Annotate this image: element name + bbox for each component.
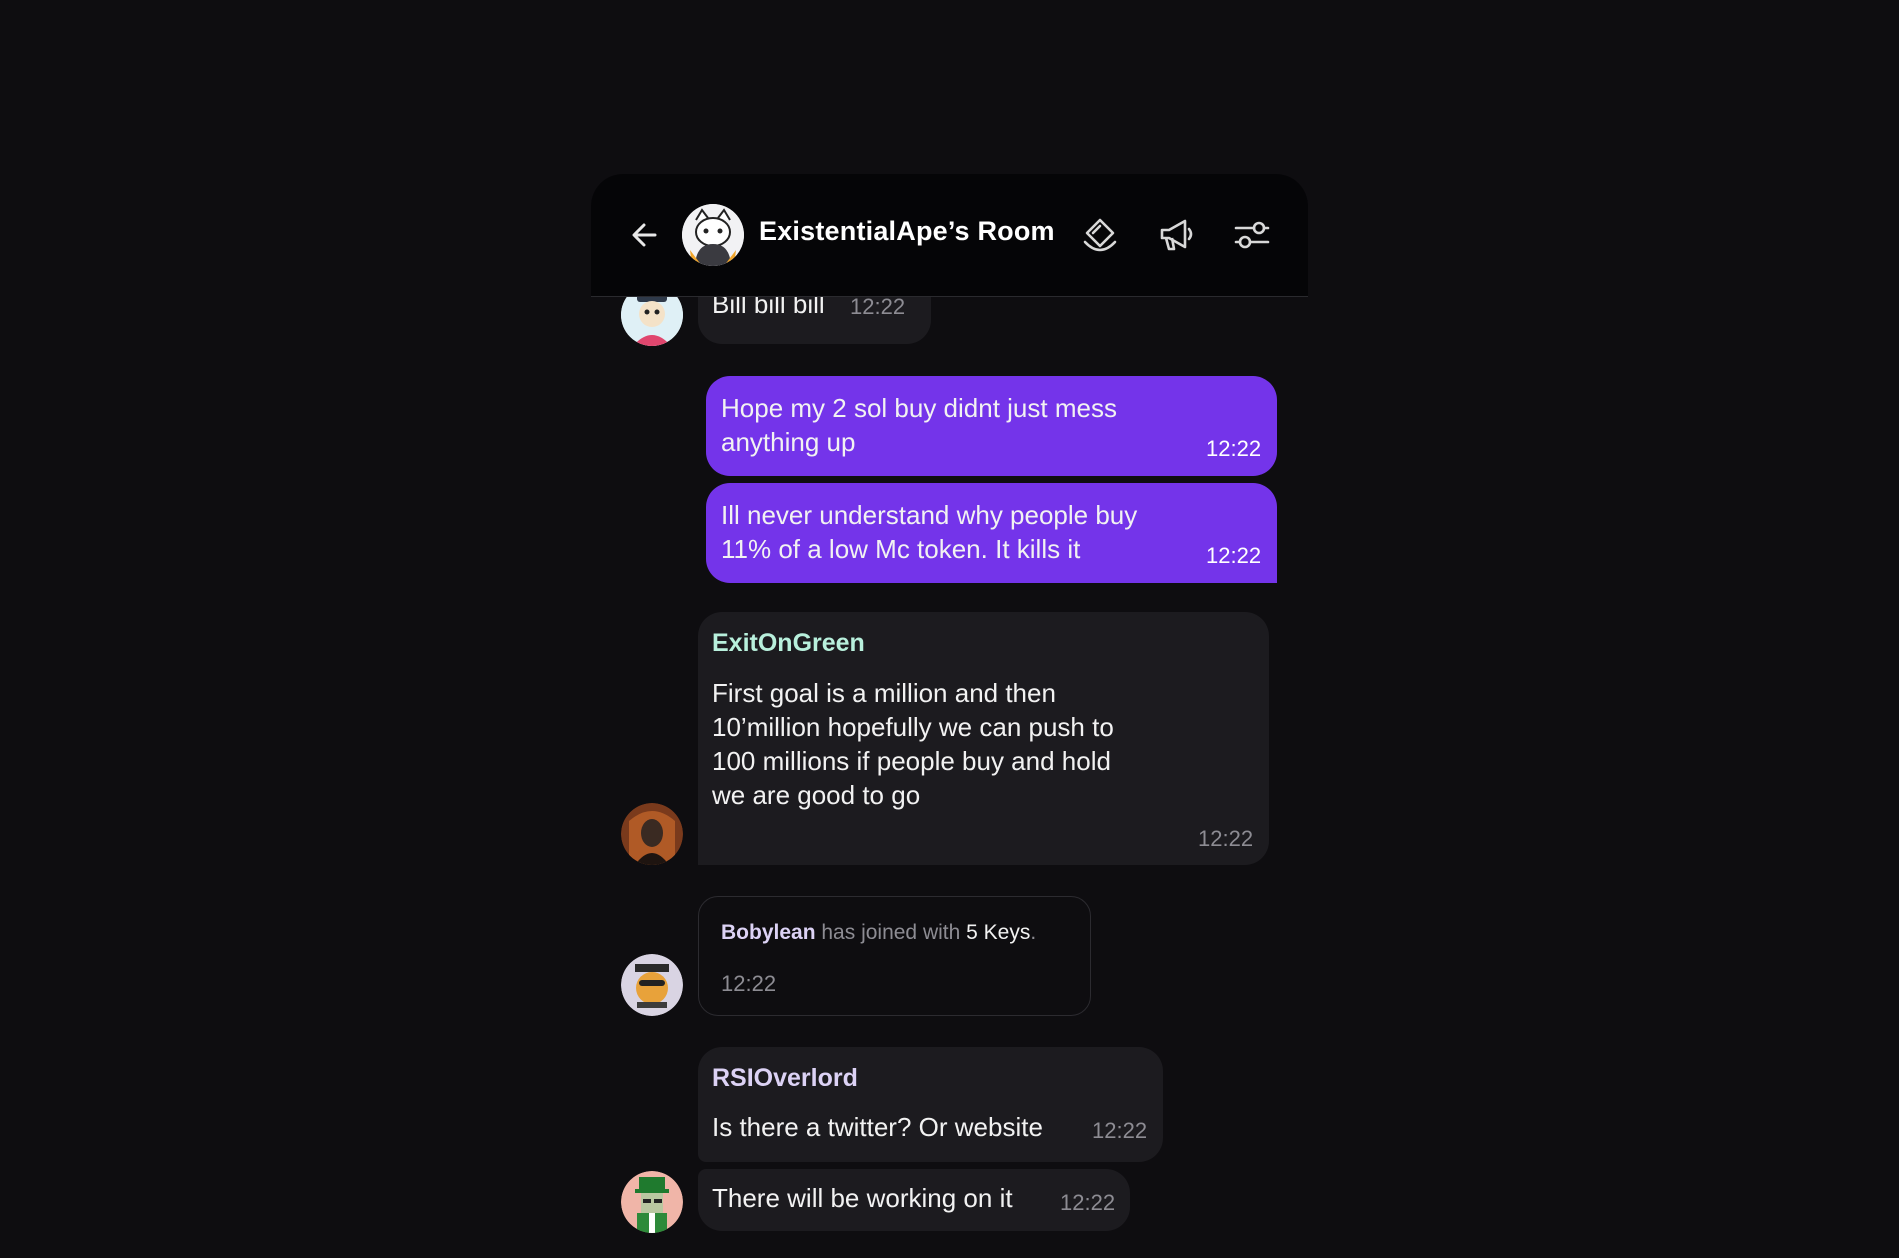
avatar[interactable] bbox=[621, 1171, 683, 1233]
sender-name[interactable]: RSIOverlord bbox=[712, 1064, 858, 1093]
message-text: 10’million hopefully we can push to bbox=[712, 712, 1114, 742]
own-message-bubble[interactable]: Hope my 2 sol buy didnt just mess anythi… bbox=[706, 376, 1277, 476]
message-text: First goal is a million and then bbox=[712, 678, 1056, 708]
avatar[interactable] bbox=[621, 803, 683, 865]
message-text: Is there a twitter? Or website bbox=[712, 1112, 1043, 1142]
join-action: has joined with bbox=[821, 921, 961, 944]
message-time: 12:22 bbox=[850, 294, 906, 319]
message-time: 12:22 bbox=[721, 971, 777, 996]
chat-room-panel: Bill bill bill 12:22 Hope my 2 sol buy d… bbox=[591, 174, 1308, 1258]
back-button[interactable] bbox=[625, 215, 665, 255]
period: . bbox=[1030, 921, 1037, 944]
avatar[interactable] bbox=[621, 954, 683, 1016]
sender-name[interactable]: ExitOnGreen bbox=[712, 629, 865, 658]
diamond-key-icon bbox=[1083, 218, 1117, 252]
keys-button[interactable] bbox=[1079, 214, 1121, 256]
message-text: Hope my 2 sol buy didnt just mess bbox=[721, 393, 1117, 423]
message-time: 12:22 bbox=[1092, 1118, 1148, 1143]
message-bubble[interactable]: RSIOverlord Is there a twitter? Or websi… bbox=[698, 1047, 1163, 1162]
message-bubble[interactable]: There will be working on it 12:22 bbox=[698, 1169, 1130, 1231]
message-time: 12:22 bbox=[1198, 826, 1254, 851]
message-time: 12:22 bbox=[1206, 543, 1262, 568]
message-text: Ill never understand why people buy bbox=[721, 500, 1138, 530]
own-message-bubble[interactable]: Ill never understand why people buy 11% … bbox=[706, 483, 1277, 583]
megaphone-icon bbox=[1160, 219, 1193, 251]
room-title: ExistentialApe’s Room bbox=[759, 216, 1055, 246]
message-bubble[interactable]: ExitOnGreen First goal is a million and … bbox=[698, 612, 1269, 865]
sliders-icon bbox=[1234, 221, 1270, 249]
message-text: 11% of a low Mc token. It kills it bbox=[721, 534, 1081, 564]
announcement-button[interactable] bbox=[1155, 214, 1197, 256]
message-text: anything up bbox=[721, 427, 856, 457]
room-avatar[interactable] bbox=[682, 204, 744, 266]
message-text: we are good to go bbox=[712, 780, 921, 810]
chat-header: ExistentialApe’s Room bbox=[591, 174, 1308, 297]
join-notice: Bobylean has joined with 5 Keys. 12:22 bbox=[698, 896, 1091, 1016]
settings-button[interactable] bbox=[1231, 214, 1273, 256]
message-text: There will be working on it bbox=[712, 1183, 1013, 1213]
message-text: 100 millions if people buy and hold bbox=[712, 746, 1111, 776]
message-time: 12:22 bbox=[1206, 436, 1262, 461]
joined-username[interactable]: Bobylean bbox=[721, 921, 816, 944]
message-time: 12:22 bbox=[1060, 1190, 1116, 1215]
arrow-left-icon bbox=[632, 223, 657, 247]
keys-amount: 5 Keys bbox=[966, 921, 1031, 944]
